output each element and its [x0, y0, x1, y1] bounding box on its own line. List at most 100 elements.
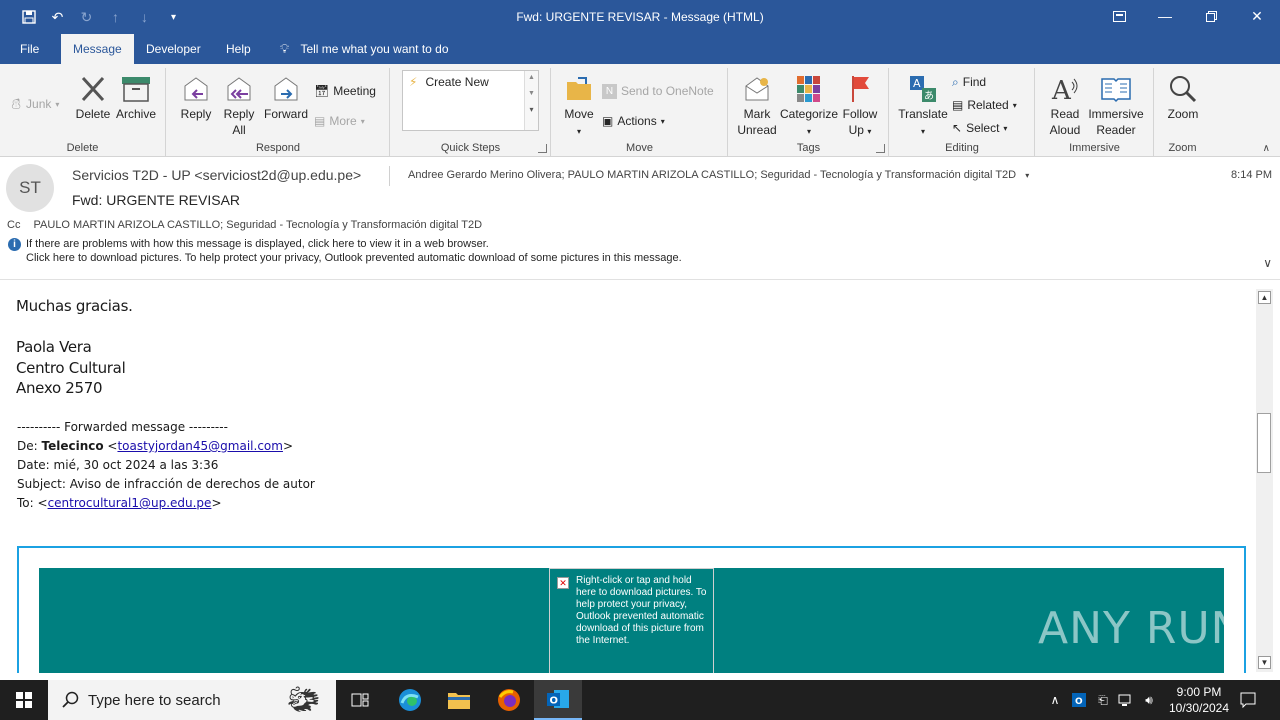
- message-subject: Fwd: URGENTE REVISAR: [72, 192, 241, 208]
- task-view-icon[interactable]: [336, 680, 384, 720]
- header-divider: [389, 166, 390, 186]
- quick-steps-scrollbar[interactable]: ▲ ▼ ▾: [524, 71, 538, 130]
- more-respond-button[interactable]: ▤ More ▾: [314, 111, 365, 131]
- lightning-icon: ⚡︎: [409, 75, 418, 89]
- taskbar: Type here to search 🐲︎ O ∧ O ⎗ 🔊︎ 9:00 P…: [0, 680, 1280, 720]
- scroll-thumb[interactable]: [1257, 413, 1271, 473]
- collapse-header-icon[interactable]: ∨: [1263, 256, 1272, 270]
- tab-developer[interactable]: Developer: [146, 34, 201, 64]
- outlook-tray-icon[interactable]: O: [1070, 680, 1088, 720]
- volume-icon[interactable]: 🔊︎: [1140, 680, 1158, 720]
- collapse-ribbon-icon[interactable]: ∧: [1263, 143, 1270, 154]
- message-header: ST Servicios T2D - UP <serviciost2d@up.e…: [0, 158, 1280, 280]
- archive-button[interactable]: Archive: [114, 74, 158, 122]
- onenote-icon: N: [602, 83, 617, 99]
- taskbar-clock[interactable]: 9:00 PM 10/30/2024: [1160, 684, 1238, 716]
- scroll-up-icon[interactable]: ▲: [525, 74, 538, 81]
- restore-icon[interactable]: [1188, 0, 1234, 32]
- taskbar-search-box[interactable]: Type here to search 🐲︎: [48, 680, 336, 720]
- sent-time: 8:14 PM: [1231, 169, 1272, 181]
- follow-up-button[interactable]: Follow Up ▾: [839, 74, 881, 140]
- taskbar-search-placeholder: Type here to search: [88, 692, 221, 709]
- edge-browser-icon[interactable]: [386, 680, 434, 720]
- send-onenote-button[interactable]: N Send to OneNote: [602, 81, 714, 101]
- show-hidden-icons-icon[interactable]: ∧: [1046, 680, 1064, 720]
- body-scrollbar[interactable]: ▲ ▼: [1256, 289, 1273, 672]
- junk-button[interactable]: ⛄︎ Junk ▾: [10, 94, 59, 114]
- minimize-icon[interactable]: —: [1142, 0, 1188, 32]
- forward-button[interactable]: Forward: [263, 74, 309, 122]
- immersive-group-label: Immersive: [1069, 142, 1120, 154]
- signature-name: Paola Vera: [16, 338, 92, 356]
- categorize-button[interactable]: Categorize ▾: [779, 74, 839, 140]
- forwarded-from: De: Telecinco <toastyjordan45@gmail.com>: [17, 439, 294, 453]
- find-button[interactable]: ⌕ Find: [952, 72, 986, 92]
- recipients-expand-icon[interactable]: ▾: [1025, 171, 1029, 180]
- svg-text:A: A: [913, 77, 921, 90]
- more-icon: ▤: [314, 114, 326, 128]
- svg-text:A: A: [1051, 76, 1072, 104]
- move-button[interactable]: Move ▾: [560, 74, 598, 140]
- mark-unread-button[interactable]: Mark Unread: [735, 74, 779, 138]
- from-email-link[interactable]: toastyjordan45@gmail.com: [117, 439, 282, 453]
- to-email-link[interactable]: centrocultural1@up.edu.pe: [48, 496, 212, 510]
- scroll-up-arrow-icon[interactable]: ▲: [1258, 291, 1271, 304]
- info-line-browser[interactable]: If there are problems with how this mess…: [26, 237, 682, 251]
- network-icon[interactable]: [1117, 680, 1135, 720]
- tab-message[interactable]: Message: [61, 34, 134, 64]
- reply-all-button[interactable]: Reply All: [219, 74, 259, 138]
- zoom-magnifier-icon: [1170, 76, 1197, 103]
- immersive-reader-button[interactable]: Immersive Reader: [1086, 74, 1146, 138]
- scroll-down-arrow-icon[interactable]: ▼: [1258, 656, 1271, 669]
- reply-icon: [184, 77, 208, 101]
- actions-icon: ▣: [602, 114, 614, 128]
- device-tray-icon[interactable]: ⎗: [1094, 680, 1112, 720]
- ribbon-display-options-icon[interactable]: [1096, 0, 1142, 32]
- related-button[interactable]: ▤ Related ▾: [952, 95, 1017, 115]
- categorize-icon: [797, 76, 820, 102]
- related-icon: ▤: [952, 98, 964, 112]
- reply-button[interactable]: Reply: [177, 74, 215, 122]
- firefox-icon[interactable]: [485, 680, 533, 720]
- read-aloud-button[interactable]: A Read Aloud: [1044, 74, 1086, 138]
- info-line-pictures[interactable]: Click here to download pictures. To help…: [26, 251, 682, 265]
- delete-button[interactable]: Delete: [74, 74, 112, 122]
- tags-launcher-icon[interactable]: [876, 144, 885, 153]
- actions-button[interactable]: ▣ Actions ▾: [602, 111, 665, 131]
- outlook-taskbar-icon[interactable]: O: [534, 680, 582, 720]
- move-group-label: Move: [626, 142, 653, 154]
- immersive-reader-icon: [1101, 78, 1131, 103]
- read-aloud-icon: A: [1051, 76, 1078, 104]
- tell-me-search[interactable]: 💡︎ Tell me what you want to do: [280, 34, 449, 64]
- zoom-group: Zoom Zoom: [1155, 68, 1210, 156]
- avatar: ST: [6, 164, 54, 212]
- close-icon[interactable]: ✕: [1234, 0, 1280, 32]
- sender[interactable]: Servicios T2D - UP <serviciost2d@up.edu.…: [72, 167, 361, 183]
- notifications-icon[interactable]: [1236, 680, 1260, 720]
- quick-steps-launcher-icon[interactable]: [538, 144, 547, 153]
- select-button[interactable]: ↖ Select ▾: [952, 118, 1007, 138]
- delete-x-icon: [81, 76, 105, 102]
- cc-recipients[interactable]: PAULO MARTIN ARIZOLA CASTILLO; Seguridad…: [34, 219, 483, 231]
- translate-button[interactable]: Aあ Translate ▾: [896, 74, 950, 140]
- file-explorer-icon[interactable]: [435, 680, 483, 720]
- respond-group: Reply Reply All Forward 📅︎ Meeting ▤ Mor…: [167, 68, 390, 156]
- zoom-button[interactable]: Zoom: [1160, 74, 1206, 122]
- scroll-down-icon[interactable]: ▼: [525, 90, 538, 97]
- tab-help[interactable]: Help: [226, 34, 251, 64]
- translate-icon: Aあ: [910, 76, 936, 102]
- expand-gallery-icon[interactable]: ▾: [525, 105, 538, 114]
- meeting-icon: 📅︎: [314, 84, 330, 98]
- meeting-button[interactable]: 📅︎ Meeting: [314, 81, 376, 101]
- info-bar[interactable]: i If there are problems with how this me…: [8, 237, 682, 265]
- select-cursor-icon: ↖: [952, 121, 963, 135]
- reply-all-icon: [227, 77, 251, 101]
- quick-steps-gallery[interactable]: ⚡︎ Create New ▲ ▼ ▾: [402, 70, 539, 131]
- tab-file[interactable]: File: [20, 34, 39, 64]
- recipients[interactable]: Andree Gerardo Merino Olivera; PAULO MAR…: [408, 169, 1029, 181]
- start-button[interactable]: [0, 680, 48, 720]
- create-new-quick-step[interactable]: ⚡︎ Create New: [409, 75, 489, 89]
- archive-icon: [122, 77, 150, 102]
- blocked-image-placeholder[interactable]: ✕ Right-click or tap and hold here to do…: [549, 568, 714, 673]
- mark-unread-icon: [745, 77, 769, 101]
